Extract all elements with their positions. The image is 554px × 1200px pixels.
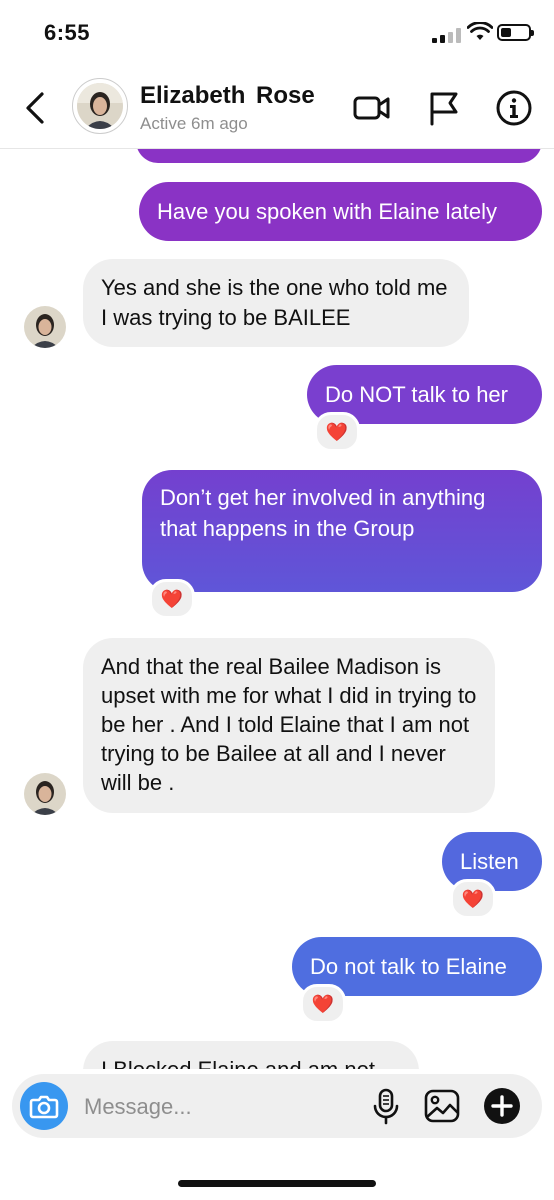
contact-avatar[interactable]: [72, 78, 128, 134]
message-text: Don’t get her involved in anything that …: [160, 485, 486, 541]
reaction-emoji: ❤️: [325, 421, 349, 442]
heart-reaction[interactable]: ❤️: [149, 579, 195, 619]
cellular-signal-icon: [432, 27, 462, 43]
battery-icon: [497, 24, 534, 41]
reaction-emoji: ❤️: [461, 888, 485, 909]
home-indicator[interactable]: [178, 1180, 376, 1187]
sender-avatar[interactable]: [24, 773, 66, 815]
message-bubble-incoming[interactable]: And that the real Bailee Madison is upse…: [83, 638, 495, 813]
info-icon[interactable]: [494, 88, 534, 128]
video-call-icon[interactable]: [352, 88, 392, 128]
avatar-photo: [77, 83, 123, 129]
message-text: I Blocked Elaine and am not: [101, 1057, 375, 1069]
heart-reaction[interactable]: ❤️: [300, 984, 346, 1024]
message-bubble-partial[interactable]: [136, 149, 542, 163]
message-thread[interactable]: Have you spoken with Elaine lately Yes a…: [0, 149, 554, 1069]
message-bubble-incoming[interactable]: I Blocked Elaine and am not: [83, 1041, 419, 1069]
message-text: And that the real Bailee Madison is upse…: [101, 654, 477, 795]
message-bubble-outgoing[interactable]: Don’t get her involved in anything that …: [142, 470, 542, 592]
reaction-emoji: ❤️: [160, 588, 184, 609]
status-bar: 6:55: [0, 0, 554, 70]
sender-avatar[interactable]: [24, 306, 66, 348]
flag-icon[interactable]: [424, 88, 464, 128]
message-text: Do NOT talk to her: [325, 382, 508, 407]
wifi-icon: [467, 22, 493, 40]
message-bubble-incoming[interactable]: Yes and she is the one who told me I was…: [83, 259, 469, 347]
message-composer: [12, 1074, 542, 1138]
camera-button[interactable]: [20, 1082, 68, 1130]
message-text: Yes and she is the one who told me I was…: [101, 275, 448, 330]
message-bubble-outgoing[interactable]: Have you spoken with Elaine lately: [139, 182, 542, 241]
microphone-icon[interactable]: [366, 1086, 406, 1126]
camera-icon: [29, 1095, 59, 1119]
reaction-emoji: ❤️: [311, 993, 335, 1014]
contact-name[interactable]: Elizabeth Rose: [140, 82, 315, 110]
contact-active-status: Active 6m ago: [140, 114, 248, 133]
chat-header: Elizabeth Rose Active 6m ago: [0, 70, 554, 149]
message-input[interactable]: [82, 1088, 346, 1126]
heart-reaction[interactable]: ❤️: [314, 412, 360, 452]
message-text: Have you spoken with Elaine lately: [157, 199, 497, 224]
gallery-icon[interactable]: [422, 1086, 462, 1126]
back-icon[interactable]: [18, 88, 54, 128]
add-icon[interactable]: [482, 1086, 522, 1126]
heart-reaction[interactable]: ❤️: [450, 879, 496, 919]
message-text: Do not talk to Elaine: [310, 954, 507, 979]
status-time: 6:55: [44, 20, 91, 45]
message-text: Listen: [460, 849, 519, 874]
